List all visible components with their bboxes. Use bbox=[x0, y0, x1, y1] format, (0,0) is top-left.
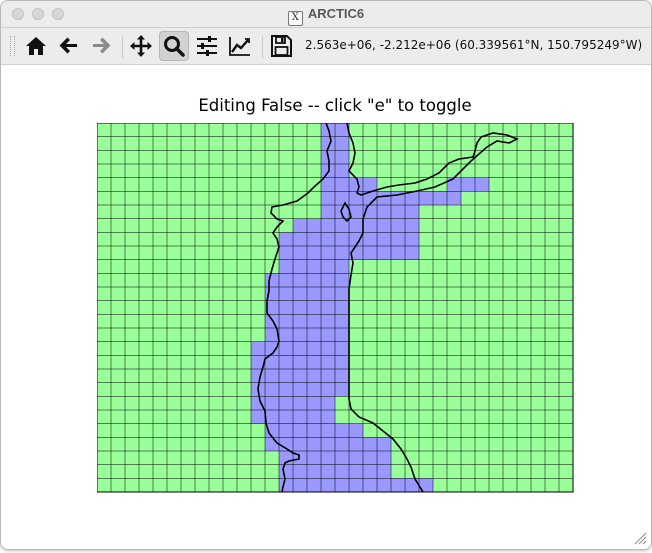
app-window: X ARCTIC6 2.563e+06, -2.212e+06 (60.3395… bbox=[0, 0, 652, 550]
water-cell bbox=[265, 423, 363, 438]
zoom-button[interactable] bbox=[159, 31, 189, 61]
water-cell bbox=[321, 205, 419, 219]
figure-canvas[interactable]: Editing False -- click "e" to toggle bbox=[1, 65, 651, 549]
back-arrow-icon bbox=[59, 37, 77, 54]
pan-button[interactable] bbox=[126, 31, 156, 61]
forward-button[interactable] bbox=[86, 31, 116, 61]
navigation-toolbar: 2.563e+06, -2.212e+06 (60.339561°N, 150.… bbox=[1, 28, 651, 65]
water-cell bbox=[265, 437, 391, 451]
configure-subplots-button[interactable] bbox=[192, 31, 222, 61]
resize-grip-icon[interactable] bbox=[633, 531, 647, 545]
water-cell bbox=[279, 259, 349, 274]
cursor-coordinates: 2.563e+06, -2.212e+06 (60.339561°N, 150.… bbox=[305, 38, 643, 52]
home-icon bbox=[26, 37, 46, 55]
home-button[interactable] bbox=[21, 31, 51, 61]
configure-subplots-icon bbox=[197, 36, 217, 56]
water-cell bbox=[279, 478, 433, 492]
water-cell bbox=[251, 369, 349, 383]
water-cell bbox=[251, 341, 349, 356]
save-floppy-icon bbox=[271, 35, 292, 57]
x11-app-icon: X bbox=[287, 11, 303, 26]
water-cell bbox=[293, 218, 419, 233]
title-bar: X ARCTIC6 bbox=[1, 1, 651, 28]
pan-move-icon bbox=[130, 35, 152, 57]
plot-title: Editing False -- click "e" to toggle bbox=[198, 96, 472, 115]
water-cell bbox=[251, 382, 349, 397]
toolbar-grip[interactable] bbox=[10, 36, 15, 56]
toolbar-separator bbox=[122, 36, 123, 58]
water-cell bbox=[251, 355, 349, 369]
save-button[interactable] bbox=[266, 31, 296, 61]
edit-axis-button[interactable] bbox=[225, 31, 255, 61]
window-title: ARCTIC6 bbox=[307, 6, 365, 21]
map-plot[interactable] bbox=[97, 123, 574, 493]
forward-arrow-icon bbox=[93, 37, 111, 54]
water-cell bbox=[419, 191, 461, 205]
toolbar-separator bbox=[262, 36, 263, 58]
zoom-magnifier-icon bbox=[164, 36, 185, 57]
edit-axis-curves-icon bbox=[229, 37, 250, 56]
back-button[interactable] bbox=[54, 31, 84, 61]
